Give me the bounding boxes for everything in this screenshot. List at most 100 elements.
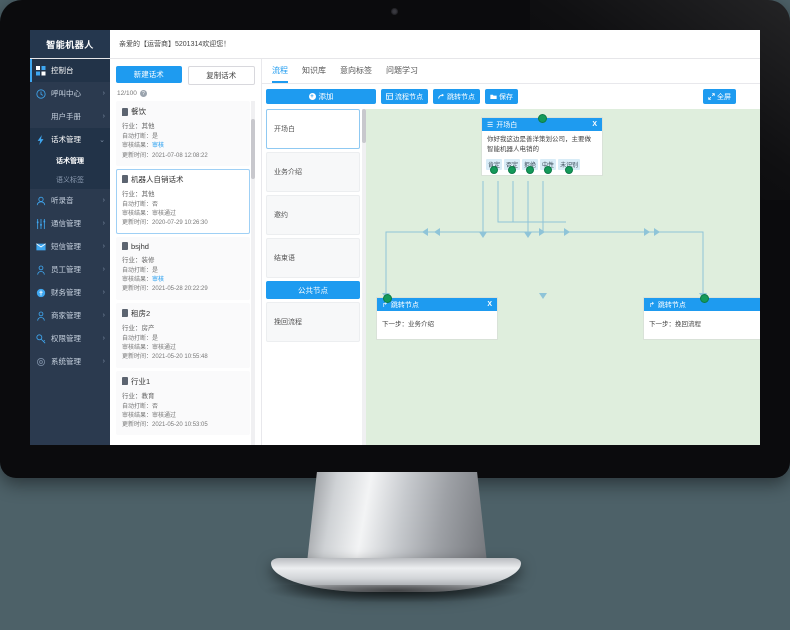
- list-item[interactable]: 租房2 行业：房产 自动打断：是 审核结果：审核通过 更新时间：2021-05-20 1…: [116, 302, 250, 368]
- node-group-header[interactable]: 公共节点: [266, 281, 360, 299]
- help-icon[interactable]: ?: [139, 90, 147, 97]
- menu-icon: ☰: [487, 121, 494, 129]
- list-item-time: 更新时间：2021-05-28 20:22:29: [122, 286, 208, 293]
- list-item-industry: 行业：教育: [122, 392, 155, 400]
- node-port-top[interactable]: [538, 114, 547, 123]
- list-item-meta: 自动打断：是 审核结果：审核 更新时间：2021-05-28 20:22:29: [122, 267, 244, 295]
- branch-chip[interactable]: 肯定: [486, 158, 503, 174]
- node-cell[interactable]: 邀约: [266, 195, 360, 235]
- list-item[interactable]: 餐饮 行业：其他 自动打断：是 审核结果：审核 更新时间：2021-07-08 12:0…: [116, 101, 250, 166]
- list-item-time: 更新时间：2020-07-29 10:26:30: [122, 220, 208, 227]
- script-list-scroll[interactable]: 餐饮 行业：其他 自动打断：是 审核结果：审核 更新时间：2021-07-08 12:0…: [116, 101, 255, 445]
- blank-icon: [35, 111, 47, 123]
- list-item-title-text: 租房2: [131, 308, 151, 318]
- headset-icon: [35, 195, 47, 207]
- folder-icon: [490, 94, 497, 99]
- branch-port[interactable]: [508, 165, 517, 174]
- list-item-review-value: 审核通过: [152, 412, 177, 419]
- list-scrollbar-track[interactable]: [251, 101, 255, 445]
- list-item-review: 审核结果：审核: [122, 143, 165, 150]
- flow-node-title: 跳转节点: [657, 301, 686, 309]
- tab-intent-tags[interactable]: 意向标签: [340, 65, 372, 83]
- flow-node-opening[interactable]: ☰ 开场白 X 你好我这边是善洋策划公司，主要做智能机器人电销的 肯定否定拒绝中…: [481, 114, 603, 176]
- sidebar-item-dashboard[interactable]: 控制台: [30, 59, 110, 82]
- bolt-icon: [35, 134, 47, 146]
- sidebar-item-communication-management[interactable]: 通信管理 ›: [30, 212, 110, 235]
- flow-node-header[interactable]: ↱ 跳转节点 X: [377, 298, 497, 311]
- branch-chip[interactable]: 中性: [540, 158, 557, 174]
- jump-node-button[interactable]: 跳转节点: [433, 89, 480, 104]
- tab-question-learning[interactable]: 问题学习: [386, 65, 418, 83]
- list-item-review-value[interactable]: 审核: [152, 277, 164, 283]
- flow-node-label: 流程节点: [395, 93, 423, 101]
- sidebar-item-staff-management[interactable]: 员工管理 ›: [30, 258, 110, 281]
- chevron-right-icon: ›: [102, 220, 105, 227]
- file-icon: [122, 107, 128, 116]
- list-item[interactable]: bsjhd 行业：装修 自动打断：是 审核结果：审核 更新时间：2021-05-28 2…: [116, 236, 250, 300]
- app-body: 控制台 呼叫中心 › 用户手册 › 话术管理 ⌄ 话术管理 语义标签 听录音 ›…: [30, 59, 760, 445]
- sidebar-item-system-management[interactable]: 系统管理 ›: [30, 350, 110, 373]
- node-cell[interactable]: 开场白: [266, 109, 360, 149]
- list-item-review-value[interactable]: 审核: [152, 143, 164, 149]
- sidebar-item-finance-management[interactable]: 财务管理 ›: [30, 281, 110, 304]
- sidebar-item-script-management[interactable]: 话术管理 ⌄: [30, 128, 110, 151]
- list-scrollbar-thumb[interactable]: [251, 119, 255, 179]
- sidebar-item-permission-management[interactable]: 权限管理 ›: [30, 327, 110, 350]
- tab-flow[interactable]: 流程: [272, 65, 288, 83]
- sidebar-item-listen-recording[interactable]: 听录音 ›: [30, 189, 110, 212]
- file-icon: [122, 309, 128, 318]
- flow-node-jump-business[interactable]: ↱ 跳转节点 X 下一步：业务介绍: [376, 294, 498, 340]
- list-item-title: 机器人自销话术: [122, 174, 244, 185]
- branch-port[interactable]: [490, 165, 498, 174]
- flow-canvas[interactable]: ☰ 开场白 X 你好我这边是善洋策划公司，主要做智能机器人电销的 肯定否定拒绝中…: [366, 109, 760, 445]
- list-item[interactable]: 行业1 行业：教育 自动打断：否 审核结果：审核通过 更新时间：2021-05-20 1…: [116, 370, 250, 436]
- list-item[interactable]: 机器人自销话术 行业：其他 自动打断：否 审核结果：审核通过 更新时间：2020-07-…: [116, 168, 250, 234]
- flow-node-text: 下一步：业务介绍: [382, 321, 434, 328]
- list-item-industry: 行业：其他: [122, 123, 155, 130]
- flow-node-jump-recover[interactable]: ↱ 跳转节点 下一步：挽回流程: [643, 294, 760, 340]
- flow-node-button[interactable]: 流程节点: [381, 89, 428, 104]
- add-button[interactable]: + 添加: [266, 89, 376, 104]
- sidebar: 控制台 呼叫中心 › 用户手册 › 话术管理 ⌄ 话术管理 语义标签 听录音 ›…: [30, 59, 110, 445]
- monitor-frame: 智能机器人 亲爱的【运营商】5201314欢迎您！ 控制台 呼叫中心 › 用户手…: [0, 0, 790, 478]
- branch-port[interactable]: [544, 165, 553, 174]
- file-icon: [122, 242, 128, 251]
- sidebar-item-label: 控制台: [51, 66, 74, 75]
- node-port-top[interactable]: [700, 294, 709, 303]
- fullscreen-button[interactable]: 全屏: [703, 89, 736, 104]
- sidebar-item-call-center[interactable]: 呼叫中心 ›: [30, 82, 110, 105]
- close-icon[interactable]: X: [487, 301, 492, 308]
- sidebar-subitem-script-management[interactable]: 话术管理: [30, 151, 110, 170]
- branch-chip[interactable]: 未识别: [558, 158, 581, 174]
- close-icon[interactable]: X: [592, 121, 597, 128]
- node-cell[interactable]: 挽回流程: [266, 302, 360, 342]
- node-port-top[interactable]: [383, 294, 392, 303]
- expand-icon: [708, 93, 715, 100]
- sidebar-item-merchant-management[interactable]: 商家管理 ›: [30, 304, 110, 327]
- user-icon: [35, 310, 47, 322]
- app-brand: 智能机器人: [30, 30, 110, 58]
- new-script-button[interactable]: 新建话术: [116, 66, 182, 83]
- node-cell[interactable]: 业务介绍: [266, 152, 360, 192]
- branch-port[interactable]: [526, 165, 535, 174]
- list-item-industry: 行业：房产: [122, 324, 155, 332]
- sidebar-item-label: 短信管理: [51, 242, 81, 251]
- node-cell[interactable]: 结束语: [266, 238, 360, 278]
- tab-knowledge-base[interactable]: 知识库: [302, 65, 326, 83]
- chevron-right-icon: ›: [102, 312, 105, 319]
- jump-node-label: 跳转节点: [447, 93, 475, 101]
- sidebar-subitem-semantic-tags[interactable]: 语义标签: [30, 170, 110, 189]
- list-item-meta: 自动打断：否 审核结果：审核通过 更新时间：2020-07-29 10:26:30: [122, 201, 244, 229]
- branch-port[interactable]: [565, 165, 574, 174]
- branch-chip[interactable]: 否定: [504, 158, 521, 174]
- save-button[interactable]: 保存: [485, 89, 518, 104]
- copy-script-button[interactable]: 复制话术: [187, 66, 255, 85]
- sidebar-item-label: 商家管理: [51, 311, 81, 320]
- branch-chip[interactable]: 拒绝: [522, 158, 539, 174]
- sidebar-item-sms-management[interactable]: 短信管理 ›: [30, 235, 110, 258]
- sidebar-item-user-manual[interactable]: 用户手册 ›: [30, 105, 110, 128]
- coin-icon: [35, 287, 47, 299]
- file-icon: [122, 175, 128, 184]
- list-item-auto: 自动打断：否: [122, 403, 159, 410]
- content-tabs: 流程 知识库 意向标签 问题学习: [262, 59, 760, 84]
